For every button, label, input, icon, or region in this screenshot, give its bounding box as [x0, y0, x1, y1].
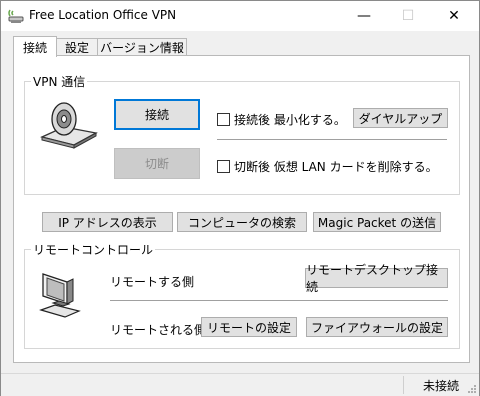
ip-address-button[interactable]: IP アドレスの表示 [42, 212, 173, 232]
controller-side-label: リモートする側 [110, 275, 195, 289]
minimize-after-connect-label: 接続後 最小化する。 [234, 113, 346, 127]
vpn-group-title: VPN 通信 [31, 73, 88, 90]
app-logo-icon [8, 9, 24, 23]
magic-packet-button[interactable]: Magic Packet の送信 [313, 212, 441, 232]
computer-search-button[interactable]: コンピュータの検索 [177, 212, 307, 232]
controlled-side-label: リモートされる側 [110, 323, 207, 337]
close-button[interactable]: ✕ [431, 1, 477, 31]
checkbox-box[interactable] [217, 160, 230, 173]
title-bar[interactable]: Free Location Office VPN — ☐ ✕ [1, 1, 479, 31]
tab-connect[interactable]: 接続 [13, 36, 57, 57]
app-window: Free Location Office VPN — ☐ ✕ 接続 設定 バージ… [0, 0, 480, 396]
tab-panel: VPN 通信 接続 接続後 最小化する。 ダイヤルアップ 切断 切断後 仮想 L… [13, 55, 470, 363]
remote-control-group: リモートコントロール リモートする側 リモートデスクトップ接続 リモートされる側… [24, 241, 460, 349]
resize-grip-icon[interactable] [467, 384, 477, 394]
minimize-button[interactable]: — [341, 1, 387, 31]
tab-version-info[interactable]: バージョン情報 [97, 38, 187, 56]
delete-lan-card-checkbox[interactable]: 切断後 仮想 LAN カードを削除する。 [217, 158, 438, 175]
connect-button[interactable]: 接続 [114, 99, 200, 130]
status-bar: 未接続 [1, 373, 479, 396]
delete-lan-card-label: 切断後 仮想 LAN カードを削除する。 [234, 160, 438, 174]
separator [217, 139, 447, 140]
computer-monitor-icon [39, 273, 81, 318]
maximize-button[interactable]: ☐ [385, 1, 431, 31]
remote-desktop-button[interactable]: リモートデスクトップ接続 [305, 263, 448, 294]
minimize-after-connect-checkbox[interactable]: 接続後 最小化する。 [217, 111, 346, 128]
disconnect-button[interactable]: 切断 [114, 148, 200, 179]
window-title: Free Location Office VPN [29, 8, 177, 22]
checkbox-box[interactable] [217, 113, 230, 126]
vpn-group: VPN 通信 接続 接続後 最小化する。 ダイヤルアップ 切断 切断後 仮想 L… [24, 73, 460, 195]
remote-settings-button[interactable]: リモートの設定 [201, 317, 297, 337]
firewall-settings-button[interactable]: ファイアウォールの設定 [306, 317, 448, 337]
dialup-button[interactable]: ダイヤルアップ [353, 108, 448, 128]
remote-group-title: リモートコントロール [31, 241, 156, 258]
tab-settings[interactable]: 設定 [56, 38, 98, 56]
vpn-disc-icon [40, 102, 98, 149]
separator [110, 300, 448, 301]
